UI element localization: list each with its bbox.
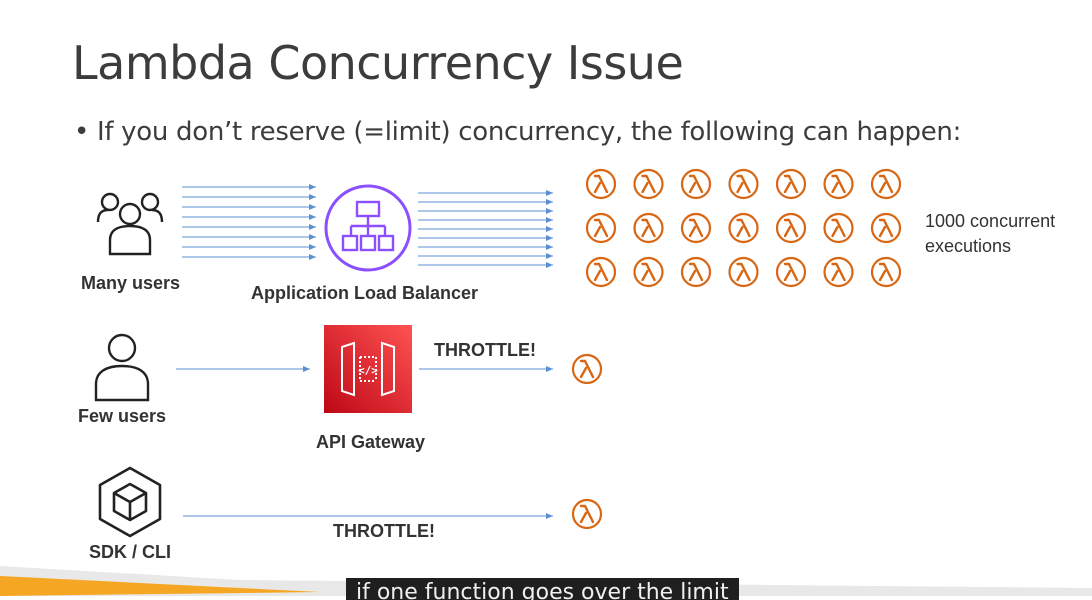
concurrent-executions-label-line1: 1000 concurrent: [925, 211, 1055, 231]
lambda-icon: [728, 256, 759, 288]
throttle-label-sdk: THROTTLE!: [333, 521, 435, 541]
sdk-cli-cube-icon: [98, 466, 162, 538]
few-users-label: Few users: [78, 406, 166, 426]
lambda-icon: [728, 168, 759, 200]
application-load-balancer-icon: [324, 184, 412, 272]
lambda-icon: [585, 256, 617, 288]
alb-label: Application Load Balancer: [251, 283, 478, 303]
lambda-icon: [823, 212, 854, 244]
users-to-alb-arrows: [182, 184, 316, 260]
lambda-icon: [633, 256, 664, 288]
lambda-icon: [728, 212, 759, 244]
svg-text:</>: </>: [358, 364, 378, 377]
alb-to-lambdas-arrows: [418, 190, 553, 268]
sdk-cli-label: SDK / CLI: [89, 542, 171, 562]
lambda-icon-sdk: [571, 498, 603, 530]
concurrency-diagram: Many users Application Load Balancer 100…: [78, 168, 1055, 562]
lambda-icon: [870, 212, 902, 244]
lambda-icon: [585, 212, 617, 244]
lambda-icon: [633, 212, 664, 244]
lambda-icon-api: [571, 353, 603, 385]
api-gateway-icon: </>: [324, 325, 412, 413]
lambda-icon: [775, 212, 807, 244]
lambda-icon: [680, 256, 712, 288]
many-users-label: Many users: [81, 273, 180, 293]
video-caption: if one function goes over the limit: [346, 578, 739, 600]
lambda-grid: [585, 168, 902, 288]
api-gateway-label: API Gateway: [316, 432, 425, 452]
concurrent-executions-label-line2: executions: [925, 236, 1011, 256]
users-group-icon: [96, 192, 164, 256]
lambda-icon: [680, 212, 712, 244]
lambda-icon: [870, 168, 902, 200]
lambda-icon: [823, 256, 854, 288]
lambda-icon: [775, 256, 807, 288]
lambda-icon: [585, 168, 617, 200]
lambda-icon: [823, 168, 854, 200]
user-icon: [94, 333, 150, 402]
lambda-icon: [633, 168, 664, 200]
lambda-icon: [775, 168, 807, 200]
lambda-icon: [870, 256, 902, 288]
lambda-icon: [680, 168, 712, 200]
throttle-label-api: THROTTLE!: [434, 340, 536, 360]
